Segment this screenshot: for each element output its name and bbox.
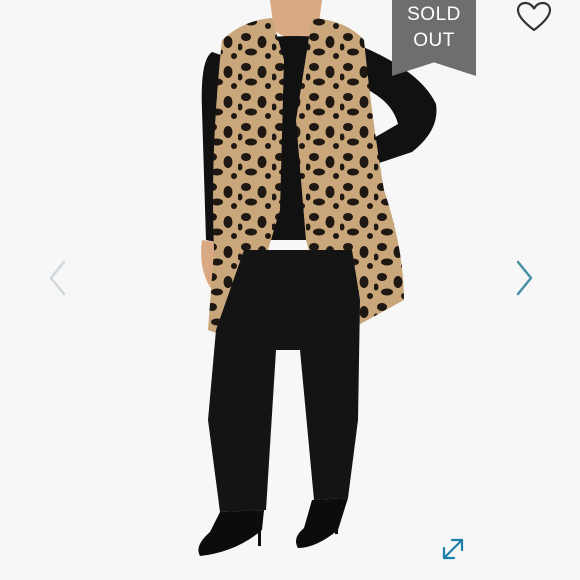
sold-out-badge-line2: OUT bbox=[413, 30, 455, 51]
next-image-button[interactable] bbox=[512, 258, 536, 298]
sold-out-badge-line1: SOLD bbox=[407, 4, 461, 25]
heart-outline-icon bbox=[516, 1, 552, 32]
product-photo bbox=[0, 0, 580, 580]
expand-arrows-icon bbox=[442, 538, 464, 560]
chevron-left-icon bbox=[49, 260, 66, 296]
product-image-viewer: SOLD OUT bbox=[0, 0, 580, 580]
favorite-button[interactable] bbox=[514, 0, 554, 34]
chevron-right-icon bbox=[516, 260, 533, 296]
previous-image-button[interactable] bbox=[46, 258, 70, 298]
fullscreen-button[interactable] bbox=[438, 534, 468, 564]
